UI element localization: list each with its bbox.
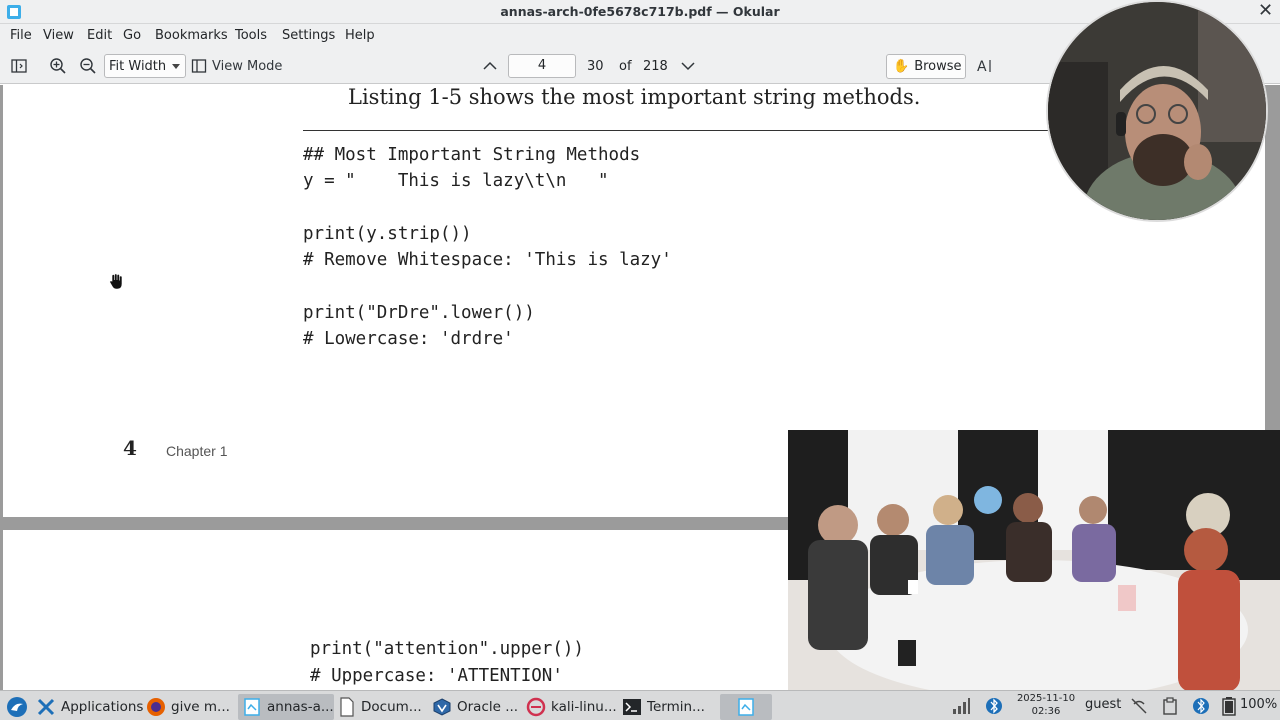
battery-percentage: 100% (1240, 697, 1278, 712)
view-mode-icon (191, 59, 207, 73)
menu-tools[interactable]: Tools (235, 28, 267, 43)
clock-date: 2025-11-10 (1016, 693, 1076, 704)
task-button-okular-thumb[interactable] (720, 694, 772, 720)
okular-icon (244, 698, 260, 716)
view-mode-label: View Mode (212, 58, 283, 74)
text-selection-icon[interactable]: A (974, 55, 996, 77)
chapter-label: Chapter 1 (166, 443, 228, 459)
bluetooth-icon[interactable] (985, 696, 1003, 716)
of-label: of (619, 59, 632, 74)
menu-go[interactable]: Go (123, 28, 141, 43)
video-overlay (788, 430, 1280, 692)
task-label: kali-linu... (551, 699, 617, 715)
code-line: # Remove Whitespace: 'This is lazy' (303, 250, 672, 270)
menu-settings[interactable]: Settings (282, 28, 335, 43)
document-icon (340, 697, 354, 717)
kali-menu-button[interactable] (2, 694, 28, 720)
webcam-overlay (1046, 0, 1268, 222)
next-page-icon[interactable] (678, 55, 698, 77)
virtualbox-icon (433, 698, 451, 716)
code-line: ## Most Important String Methods (303, 145, 641, 165)
hand-icon: ✋ (893, 59, 910, 74)
title-bar: annas-arch-0fe5678c717b.pdf — Okular ✕ (0, 0, 1280, 24)
task-button-documents[interactable]: Docum... (334, 694, 426, 720)
firefox-icon (147, 698, 165, 716)
menu-file[interactable]: File (10, 28, 32, 43)
task-label: Docum... (361, 699, 422, 715)
task-button-okular[interactable]: annas-a... (238, 694, 334, 720)
webcam-image (1048, 2, 1266, 220)
task-button-kali[interactable]: kali-linu... (522, 694, 618, 720)
task-label: give m... (171, 699, 230, 715)
network-disconnected-icon[interactable] (1130, 697, 1148, 715)
code-line: y = " This is lazy\t\n " (303, 171, 609, 191)
zoom-out-icon[interactable] (77, 55, 99, 77)
code-line: print("attention".upper()) (310, 639, 584, 659)
task-label: Termin... (647, 699, 705, 715)
clock[interactable]: 2025-11-10 02:36 (1014, 692, 1078, 718)
applications-label: Applications (61, 699, 144, 715)
browse-tool-button[interactable]: ✋ Browse (886, 54, 966, 79)
page-label: 30 (587, 59, 604, 74)
taskbar: Applications give m... annas-a... Docum.… (0, 690, 1280, 720)
task-label: annas-a... (267, 699, 334, 715)
total-pages: 218 (643, 59, 668, 74)
clock-time: 02:36 (1031, 706, 1061, 717)
code-line: print("DrDre".lower()) (303, 303, 535, 323)
clipboard-icon[interactable] (1162, 697, 1178, 715)
task-button-virtualbox[interactable]: Oracle ... (428, 694, 520, 720)
zoom-mode-select[interactable]: Fit Width (104, 54, 186, 78)
zoom-mode-value: Fit Width (109, 58, 167, 74)
zoom-in-icon[interactable] (47, 55, 69, 77)
task-button-terminal[interactable]: Termin... (618, 694, 714, 720)
video-image (788, 430, 1280, 692)
applications-icon (37, 698, 55, 716)
previous-page-icon[interactable] (480, 55, 500, 77)
code-line: # Uppercase: 'ATTENTION' (310, 666, 563, 686)
task-button-firefox[interactable]: give m... (142, 694, 234, 720)
sidebar-toggle-icon[interactable] (9, 55, 29, 77)
screen: annas-arch-0fe5678c717b.pdf — Okular ✕ F… (0, 0, 1280, 720)
user-label[interactable]: guest (1085, 697, 1121, 712)
view-mode-button[interactable]: View Mode (191, 55, 291, 77)
battery-icon[interactable] (1222, 696, 1236, 716)
bluetooth-tray-icon[interactable] (1193, 697, 1209, 715)
menu-help[interactable]: Help (345, 28, 375, 43)
terminal-icon (623, 699, 641, 715)
menu-edit[interactable]: Edit (87, 28, 112, 43)
code-line: print(y.strip()) (303, 224, 472, 244)
page-number-input[interactable]: 4 (508, 54, 576, 78)
close-icon[interactable]: ✕ (1258, 0, 1273, 21)
kali-dragon-icon (7, 697, 27, 717)
signal-icon[interactable] (952, 698, 970, 714)
kali-icon (526, 697, 546, 717)
browse-label: Browse (914, 59, 962, 74)
menu-bookmarks[interactable]: Bookmarks (155, 28, 228, 43)
listing-heading: Listing 1-5 shows the most important str… (348, 85, 921, 109)
okular-thumb-icon (738, 698, 754, 716)
chevron-down-icon (172, 64, 180, 69)
hand-cursor-icon (109, 273, 123, 290)
menu-view[interactable]: View (43, 28, 74, 43)
window-title: annas-arch-0fe5678c717b.pdf — Okular (500, 4, 780, 19)
svg-text:A: A (977, 59, 987, 75)
code-line: # Lowercase: 'drdre' (303, 329, 514, 349)
task-label: Oracle ... (457, 699, 519, 715)
page-number-footer: 4 (123, 436, 137, 460)
applications-menu[interactable]: Applications (32, 694, 143, 720)
